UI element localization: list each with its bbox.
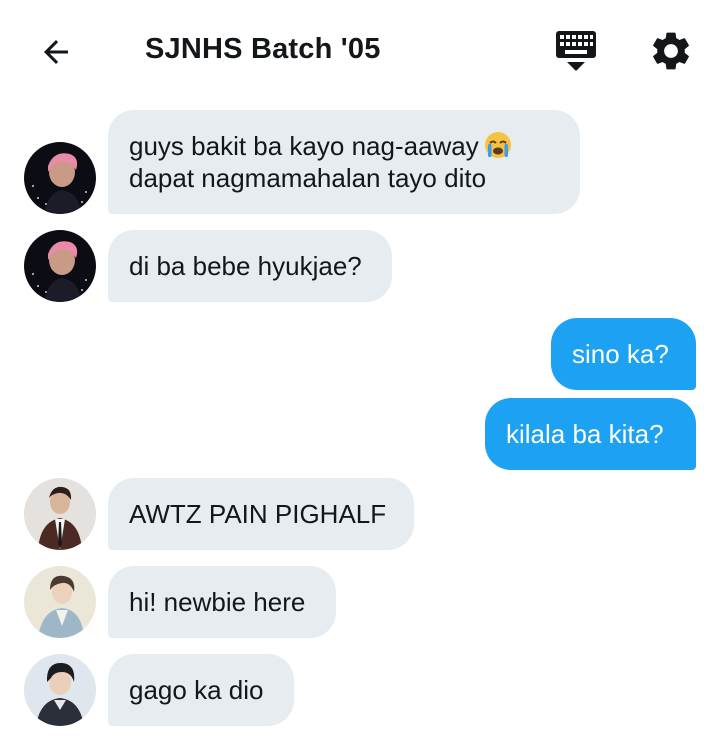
message-line: gago ka dio xyxy=(129,675,264,705)
crying-face-emoji xyxy=(484,132,511,158)
message-bubble[interactable]: AWTZ PAIN PIGHALF xyxy=(108,478,414,550)
chat-title: SJNHS Batch '05 xyxy=(145,33,381,65)
settings-button[interactable] xyxy=(648,28,694,74)
message-row: AWTZ PAIN PIGHALF xyxy=(0,478,719,550)
message-line: kilala ba kita? xyxy=(506,419,664,449)
avatar-dark-hair xyxy=(24,654,96,726)
message-line: di ba bebe hyukjae? xyxy=(129,251,362,281)
message-row: gago ka dio xyxy=(0,654,719,726)
message-bubble[interactable]: di ba bebe hyukjae? xyxy=(108,230,392,302)
message-bubble[interactable]: guys bakit ba kayo nag-aaway dapat nagma… xyxy=(108,110,580,214)
avatar[interactable] xyxy=(24,566,96,638)
message-row: hi! newbie here xyxy=(0,566,719,638)
message-row: di ba bebe hyukjae? xyxy=(0,230,719,302)
gear-icon xyxy=(653,32,689,70)
avatar-pink-hair xyxy=(24,230,96,302)
arrow-left-icon xyxy=(44,40,68,64)
avatar-light-jacket xyxy=(24,566,96,638)
message-line: hi! newbie here xyxy=(129,587,306,617)
keyboard-button[interactable] xyxy=(553,28,599,74)
message-row: kilala ba kita? xyxy=(0,398,719,470)
message-bubble[interactable]: gago ka dio xyxy=(108,654,294,726)
message-bubble[interactable]: sino ka? xyxy=(551,318,696,390)
message-line: sino ka? xyxy=(572,339,669,369)
chat-header: SJNHS Batch '05 xyxy=(0,0,719,100)
avatar[interactable] xyxy=(24,478,96,550)
message-bubble[interactable]: hi! newbie here xyxy=(108,566,336,638)
avatar-pink-hair xyxy=(24,142,96,214)
message-row: guys bakit ba kayo nag-aaway dapat nagma… xyxy=(0,110,719,214)
message-bubble[interactable]: kilala ba kita? xyxy=(485,398,696,470)
avatar[interactable] xyxy=(24,230,96,302)
keyboard-hide-icon xyxy=(556,31,596,71)
message-row: sino ka? xyxy=(0,318,719,390)
avatar[interactable] xyxy=(24,654,96,726)
avatar-suit xyxy=(24,478,96,550)
message-line: dapat nagmamahalan tayo dito xyxy=(129,163,487,193)
back-button[interactable] xyxy=(34,30,78,74)
message-line: guys bakit ba kayo nag-aaway xyxy=(129,130,559,162)
avatar[interactable] xyxy=(24,142,96,214)
message-line: AWTZ PAIN PIGHALF xyxy=(129,499,387,529)
